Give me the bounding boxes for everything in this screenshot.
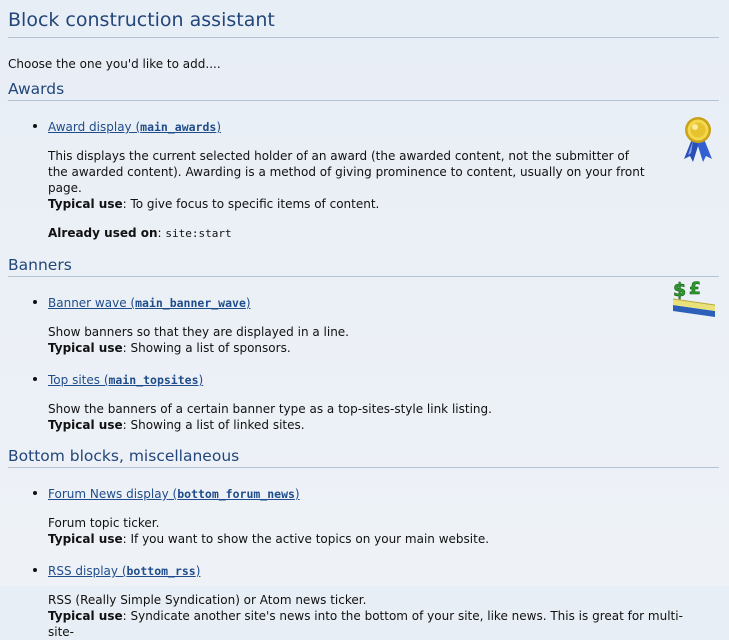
section-heading: Banners: [8, 255, 719, 277]
block-description: Show banners so that they are displayed …: [48, 325, 349, 355]
award-display-link[interactable]: Award display (main_awards): [48, 119, 221, 135]
list-item: RSS display (bottom_rss) RSS (Really Sim…: [8, 560, 719, 640]
block-description: Show the banners of a certain banner typ…: [48, 402, 492, 432]
already-used-on: Already used on: site:start: [48, 226, 232, 240]
section-banners: Banners $ £ Banner wave (main_banner_wav…: [8, 255, 719, 433]
block-description: This displays the current selected holde…: [48, 149, 645, 211]
list-item: Forum News display (bottom_forum_news) F…: [8, 483, 719, 547]
section-heading: Awards: [8, 79, 719, 101]
section-heading: Bottom blocks, miscellaneous: [8, 446, 719, 468]
list-item: Top sites (main_topsites) Show the banne…: [8, 369, 719, 433]
list-item: Award display (main_awards) This display…: [8, 116, 719, 242]
block-description: Forum topic ticker. Typical use: If you …: [48, 516, 490, 546]
forum-news-display-link[interactable]: Forum News display (bottom_forum_news): [48, 486, 300, 502]
section-awards: Awards Award display (main_awards) This …: [8, 79, 719, 242]
page-title: Block construction assistant: [8, 0, 719, 38]
rss-display-link[interactable]: RSS display (bottom_rss): [48, 563, 200, 579]
section-bottom-blocks: Bottom blocks, miscellaneous Forum News …: [8, 446, 719, 640]
block-list: Forum News display (bottom_forum_news) F…: [8, 483, 719, 640]
top-sites-link[interactable]: Top sites (main_topsites): [48, 372, 203, 388]
intro-text: Choose the one you'd like to add....: [8, 57, 221, 71]
banner-wave-link[interactable]: Banner wave (main_banner_wave): [48, 295, 251, 311]
block-list: Award display (main_awards) This display…: [8, 116, 719, 242]
block-description: RSS (Really Simple Syndication) or Atom …: [48, 593, 683, 639]
list-item: Banner wave (main_banner_wave) Show bann…: [8, 292, 719, 356]
page-content: Block construction assistant Choose the …: [8, 0, 719, 640]
block-list: Banner wave (main_banner_wave) Show bann…: [8, 292, 719, 433]
